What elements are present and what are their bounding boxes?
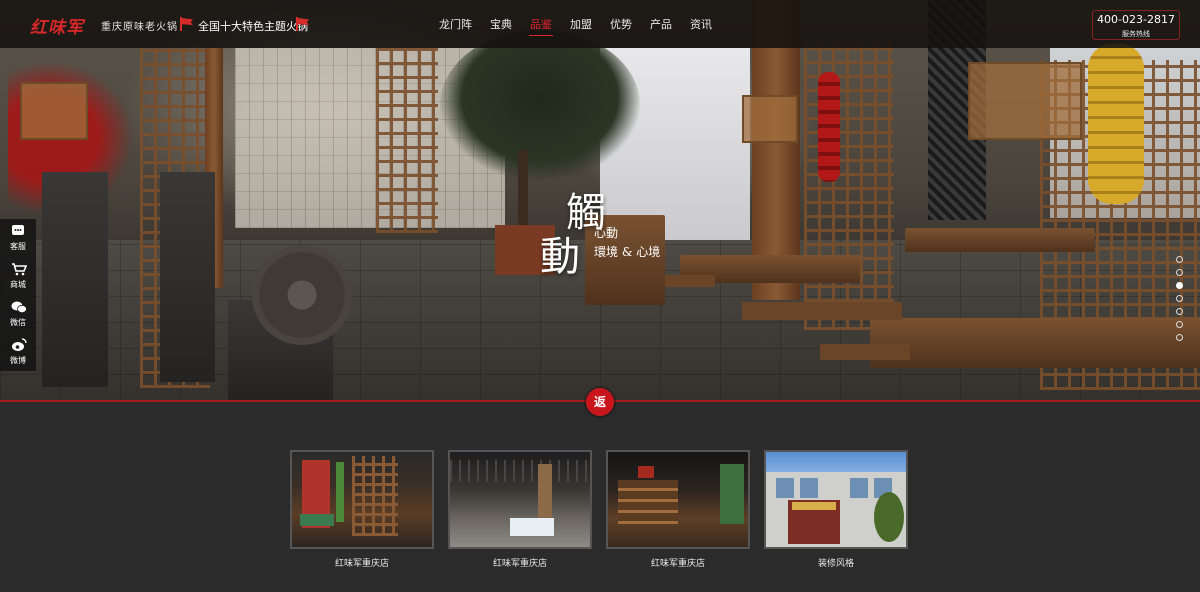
thumbnail-image[interactable] xyxy=(764,450,908,549)
gallery-thumbnails: 红味军重庆店 红味军重庆店 红味军重庆店 装修风格 xyxy=(290,450,910,570)
chat-icon xyxy=(12,225,24,235)
red-flag-icon xyxy=(296,17,310,31)
nav-item-active[interactable]: 品鉴 xyxy=(521,0,561,48)
gallery-item[interactable]: 装修风格 xyxy=(764,450,908,569)
sidebar-label: 商城 xyxy=(10,280,26,289)
slider-dot[interactable] xyxy=(1176,295,1183,302)
red-flag-icon xyxy=(180,17,194,31)
top-header: 红味军 重庆原味老火锅 全国十大特色主题火锅 龙门阵 宝典 品鉴 加盟 优势 产… xyxy=(0,0,1200,48)
weibo-icon xyxy=(12,338,27,351)
hero-banner: 觸 動 心動 環境 & 心境 xyxy=(0,0,1200,401)
slider-dots xyxy=(1176,256,1186,346)
slider-dot[interactable] xyxy=(1176,334,1183,341)
hotline-number: 400-023-2817 xyxy=(1097,13,1175,26)
thumbnail-image[interactable] xyxy=(290,450,434,549)
hotline-label: 服务热线 xyxy=(1122,30,1150,38)
slider-dot[interactable] xyxy=(1176,321,1183,328)
dining-table xyxy=(905,228,1095,252)
hanging-corn xyxy=(1088,44,1144,204)
bench xyxy=(742,302,902,320)
slider-dot[interactable] xyxy=(1176,256,1183,263)
lantern xyxy=(20,82,88,140)
slogan-subline-2: 環境 & 心境 xyxy=(594,245,661,259)
sidebar-item-shop[interactable]: 商城 xyxy=(0,257,36,295)
hotline-box[interactable]: 400-023-2817 服务热线 xyxy=(1092,10,1180,40)
sidebar-item-wechat[interactable]: 微信 xyxy=(0,295,36,333)
nav-item[interactable]: 加盟 xyxy=(561,0,601,48)
floating-sidebar: 客服 商城 微信 微博 xyxy=(0,219,36,371)
hero-slogan: 觸 動 心動 環境 & 心境 xyxy=(540,180,680,290)
sidebar-label: 微信 xyxy=(10,318,26,327)
cart-icon xyxy=(12,263,27,276)
header-slogan: 全国十大特色主题火锅 xyxy=(198,20,308,33)
slogan-subline-1: 心動 xyxy=(594,226,619,240)
gallery-item[interactable]: 红味军重庆店 xyxy=(448,450,592,569)
brand-logo[interactable]: 红味军 xyxy=(30,13,84,38)
sidebar-item-weibo[interactable]: 微博 xyxy=(0,333,36,371)
dining-table xyxy=(870,318,1200,368)
slider-dot[interactable] xyxy=(1176,269,1183,276)
thumbnail-image[interactable] xyxy=(448,450,592,549)
thumbnail-image[interactable] xyxy=(606,450,750,549)
sidebar-item-service[interactable]: 客服 xyxy=(0,219,36,257)
bench xyxy=(820,344,910,360)
gallery-item[interactable]: 红味军重庆店 xyxy=(606,450,750,569)
lantern xyxy=(742,95,798,143)
slider-dot[interactable] xyxy=(1176,308,1183,315)
thumbnail-caption: 装修风格 xyxy=(817,559,854,569)
millstone xyxy=(252,245,352,345)
thumbnail-caption: 红味军重庆店 xyxy=(650,559,705,569)
nav-item[interactable]: 产品 xyxy=(641,0,681,48)
brand-tagline: 重庆原味老火锅 xyxy=(101,22,178,33)
nav-item[interactable]: 优势 xyxy=(601,0,641,48)
nav-item[interactable]: 资讯 xyxy=(681,0,721,48)
slogan-char-2: 動 xyxy=(540,234,580,280)
sidebar-label: 微博 xyxy=(10,356,26,365)
wechat-icon xyxy=(11,301,27,314)
nav-item[interactable]: 龙门阵 xyxy=(430,0,481,48)
lattice-screen xyxy=(376,48,438,233)
sidebar-label: 客服 xyxy=(10,242,26,251)
gallery-item[interactable]: 红味军重庆店 xyxy=(290,450,434,569)
hanging-chili xyxy=(818,72,840,182)
stone-lion-statue xyxy=(42,172,108,387)
tree xyxy=(440,30,640,180)
main-nav: 龙门阵 宝典 品鉴 加盟 优势 产品 资讯 xyxy=(430,0,721,48)
back-button[interactable]: 返 xyxy=(586,388,614,416)
lantern xyxy=(968,62,1082,140)
nav-item[interactable]: 宝典 xyxy=(481,0,521,48)
stone-lion-statue xyxy=(160,172,215,382)
thumbnail-caption: 红味军重庆店 xyxy=(334,559,389,569)
thumbnail-caption: 红味军重庆店 xyxy=(492,559,547,569)
slider-dot[interactable] xyxy=(1176,282,1183,289)
